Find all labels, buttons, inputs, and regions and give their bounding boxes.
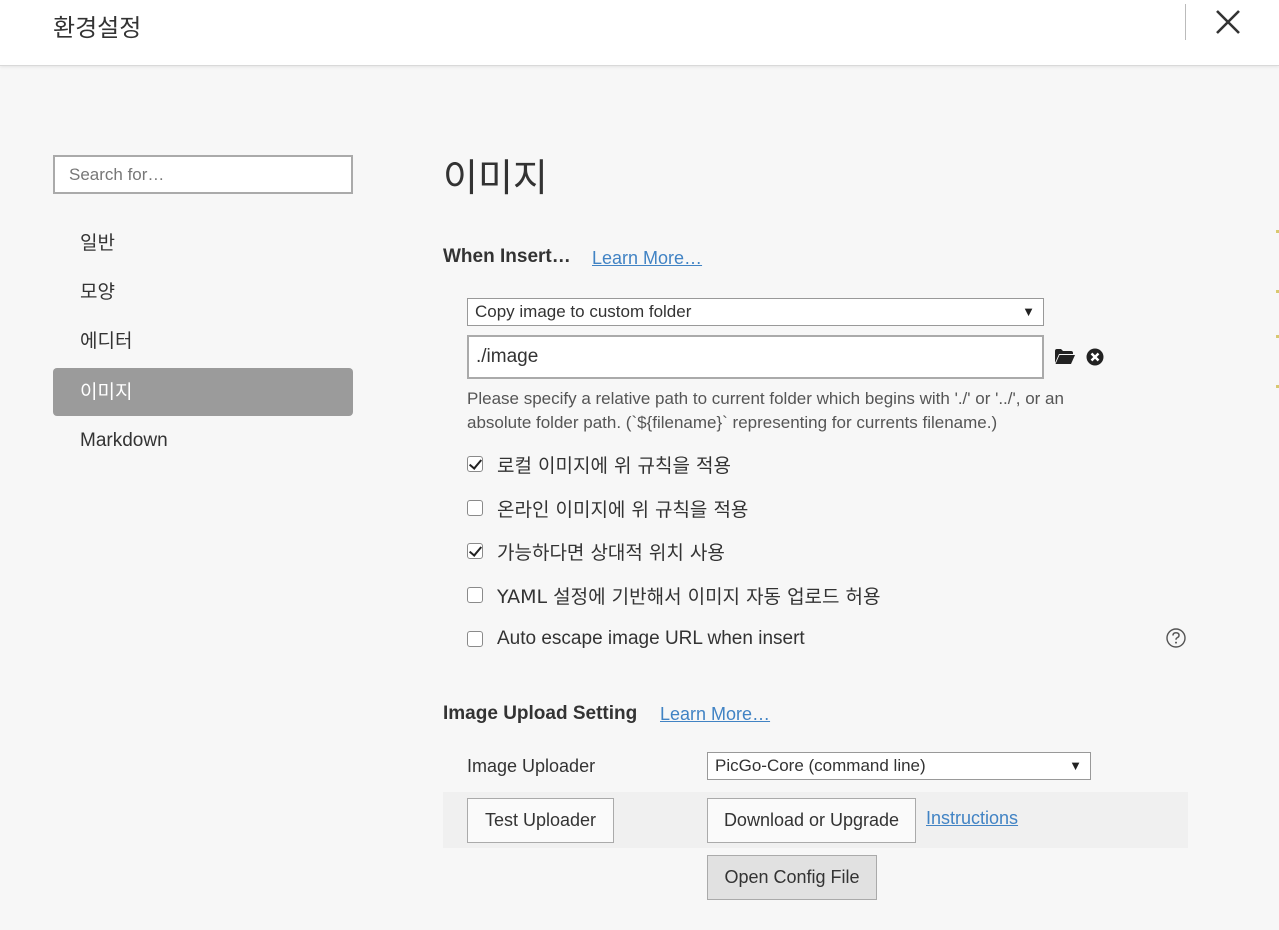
image-uploader-label: Image Uploader (467, 756, 596, 776)
option-apply-online[interactable]: 온라인 이미지에 위 규칙을 적용 (467, 496, 749, 521)
auto-escape-url-checkbox[interactable] (467, 631, 483, 647)
insert-action-select[interactable]: Copy image to custom folder ▼ (467, 298, 1044, 326)
yaml-auto-upload-label: YAML 설정에 기반해서 이미지 자동 업로드 허용 (497, 585, 881, 608)
relative-path-checkbox[interactable] (467, 543, 483, 559)
image-upload-setting-title: Image Upload Setting (443, 703, 638, 724)
folder-icon (1055, 349, 1075, 364)
apply-online-checkbox[interactable] (467, 500, 483, 516)
chevron-down-icon: ▼ (1022, 304, 1035, 319)
search-input[interactable] (53, 155, 353, 194)
yaml-auto-upload-checkbox[interactable] (467, 587, 483, 603)
help-button[interactable] (1166, 628, 1186, 648)
sidebar-item-markdown[interactable]: Markdown (53, 417, 353, 465)
option-relative-path[interactable]: 가능하다면 상대적 위치 사용 (467, 539, 725, 564)
sidebar-item-image[interactable]: 이미지 (53, 368, 353, 416)
open-config-file-button[interactable]: Open Config File (707, 855, 877, 900)
path-hint-text: Please specify a relative path to curren… (467, 389, 1064, 432)
when-insert-title: When Insert… (443, 246, 571, 267)
option-yaml-auto-upload[interactable]: YAML 설정에 기반해서 이미지 자동 업로드 허용 (467, 583, 881, 608)
chevron-down-icon: ▼ (1069, 758, 1082, 773)
auto-escape-url-label: Auto escape image URL when insert (497, 628, 805, 649)
help-icon (1166, 628, 1186, 648)
insert-action-select-value: Copy image to custom folder (475, 302, 692, 321)
close-button[interactable] (1212, 6, 1244, 38)
relative-path-label: 가능하다면 상대적 위치 사용 (497, 541, 725, 564)
sidebar-item-appearance[interactable]: 모양 (53, 268, 353, 316)
sidebar-item-editor[interactable]: 에디터 (53, 317, 353, 365)
apply-local-label: 로컬 이미지에 위 규칙을 적용 (497, 454, 731, 477)
image-uploader-select-value: PicGo-Core (command line) (715, 756, 926, 775)
close-icon (1216, 10, 1240, 34)
image-uploader-select[interactable]: PicGo-Core (command line) ▼ (707, 752, 1091, 780)
image-folder-path-input[interactable] (467, 335, 1044, 379)
option-apply-local[interactable]: 로컬 이미지에 위 규칙을 적용 (467, 452, 731, 477)
title-divider (1185, 4, 1186, 40)
titlebar: 환경설정 (0, 0, 1279, 66)
sidebar-item-general[interactable]: 일반 (53, 219, 353, 267)
upload-learn-more-link[interactable]: Learn More… (660, 704, 770, 725)
download-upgrade-button[interactable]: Download or Upgrade (707, 798, 916, 843)
when-insert-learn-more-link[interactable]: Learn More… (592, 248, 702, 269)
browse-folder-button[interactable] (1054, 348, 1075, 365)
option-auto-escape-url[interactable]: Auto escape image URL when insert (467, 627, 805, 651)
clear-path-button[interactable] (1086, 348, 1104, 366)
window-title: 환경설정 (53, 14, 142, 42)
apply-local-checkbox[interactable] (467, 456, 483, 472)
page-title: 이미지 (443, 156, 548, 200)
apply-online-label: 온라인 이미지에 위 규칙을 적용 (497, 498, 749, 521)
test-uploader-button[interactable]: Test Uploader (467, 798, 614, 843)
clear-icon (1086, 348, 1104, 366)
instructions-link[interactable]: Instructions (926, 808, 1018, 829)
